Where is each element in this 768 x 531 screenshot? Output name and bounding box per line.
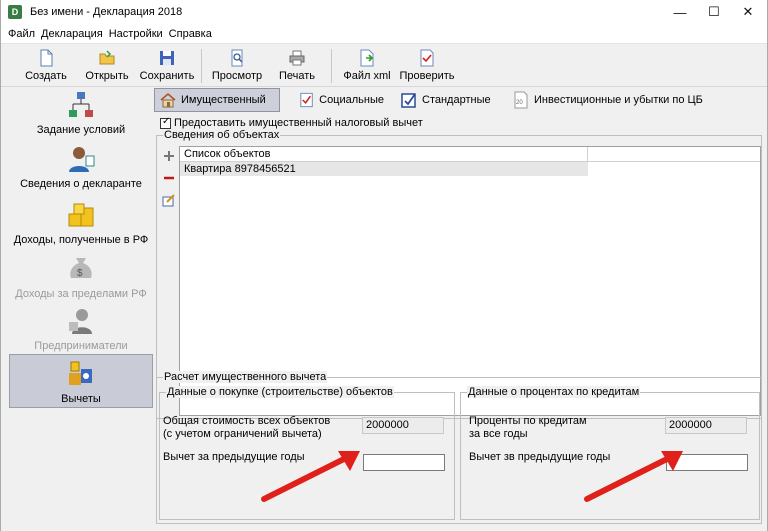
sidebar-item-deductions[interactable]: Вычеты <box>9 354 153 408</box>
objects-toolbar <box>161 148 179 214</box>
objects-group-title: Сведения об объектах <box>163 129 281 141</box>
maximize-button[interactable]: ☐ <box>697 0 731 24</box>
checkbox-label: Предоставить имущественный налоговый выч… <box>174 117 423 129</box>
entrepreneur-icon <box>69 309 92 334</box>
tab-standard[interactable]: Стандартные <box>396 88 496 112</box>
sidebar-item-label: Доходы, полученные в РФ <box>13 234 149 246</box>
sidebar: Задание условий Сведения о декларанте До… <box>9 88 153 524</box>
column-header-objects[interactable]: Список объектов <box>180 147 588 161</box>
tab-label: Стандартные <box>422 94 491 106</box>
coins-icon <box>68 203 94 227</box>
create-button[interactable]: Создать <box>19 49 73 85</box>
print-button[interactable]: Печать <box>273 49 321 85</box>
menu-declaration[interactable]: Декларация <box>38 28 106 40</box>
toolbar-separator <box>201 49 202 83</box>
annotation-arrow-icon <box>261 451 360 502</box>
open-folder-icon <box>99 50 115 65</box>
purchase-prev-years-input[interactable] <box>363 454 445 471</box>
sidebar-item-declarant[interactable]: Сведения о декларанте <box>9 144 153 194</box>
purchase-group-title: Данные о покупке (строительстве) объекто… <box>166 386 394 398</box>
save-label: Сохранить <box>139 70 195 82</box>
preview-label: Просмотр <box>211 70 263 82</box>
annotation-arrow-icon <box>584 451 683 502</box>
objects-list-header: Список объектов <box>180 147 760 162</box>
interest-total-label-line1: Проценты по кредитам <box>469 415 587 427</box>
minimize-button[interactable]: — <box>663 0 697 24</box>
deductions-icon <box>69 361 92 385</box>
sidebar-item-label: Предприниматели <box>34 340 128 352</box>
menu-help[interactable]: Справка <box>166 28 215 40</box>
standard-icon <box>401 93 416 108</box>
tab-social[interactable]: Социальные <box>294 88 384 112</box>
purchase-total-label-line2: (с учетом ограничений вычета) <box>163 428 322 440</box>
purchase-total-label-line1: Общая стоимость всех объектов <box>163 415 331 427</box>
checkbox-box[interactable] <box>160 116 171 129</box>
purchase-total-label: Общая стоимость всех объектов (с учетом … <box>163 415 330 441</box>
interest-total-label: Проценты по кредитам за все годы <box>469 415 587 441</box>
remove-object-button[interactable] <box>161 170 177 186</box>
purchase-total-field: 2000000 <box>362 417 444 434</box>
sidebar-item-label: Доходы за пределами РФ <box>15 288 147 300</box>
tab-property[interactable]: Имущественный <box>154 88 280 112</box>
preview-button[interactable]: Просмотр <box>209 49 265 85</box>
calc-group-title: Расчет имущественного вычета <box>163 371 328 383</box>
minus-icon <box>164 176 174 180</box>
sidebar-item-conditions[interactable]: Задание условий <box>9 90 153 142</box>
plus-icon <box>164 151 174 161</box>
sidebar-item-entrepreneurs[interactable]: Предприниматели <box>9 306 153 356</box>
svg-text:20: 20 <box>516 100 523 106</box>
money-bag-icon: $ <box>70 258 92 279</box>
property-deduction-checkbox[interactable]: Предоставить имущественный налоговый выч… <box>160 116 423 129</box>
new-file-icon <box>40 49 53 67</box>
document-20-icon: 20 <box>514 91 528 109</box>
tab-label: Имущественный <box>181 94 266 106</box>
tab-label: Социальные <box>319 94 384 106</box>
title-bar: D Без имени - Декларация 2018 — ☐ ✕ <box>1 0 767 24</box>
preview-icon <box>231 49 243 67</box>
list-item[interactable]: Квартира 8978456521 <box>180 162 588 176</box>
conditions-icon <box>69 92 93 117</box>
menu-settings[interactable]: Настройки <box>106 28 166 40</box>
open-button[interactable]: Открыть <box>79 49 135 85</box>
edit-object-button[interactable] <box>161 192 177 208</box>
toolbar: Создать Открыть Сохранить Просмотр Печат… <box>1 45 767 87</box>
sidebar-item-label: Сведения о декларанте <box>20 178 142 190</box>
svg-text:$: $ <box>77 268 83 279</box>
tab-investment[interactable]: 20 Инвестиционные и убытки по ЦБ <box>508 88 708 112</box>
interest-group-title: Данные о процентах по кредитам <box>467 386 641 398</box>
xml-export-icon <box>360 49 374 67</box>
interest-total-label-line2: за все годы <box>469 428 528 440</box>
open-label: Открыть <box>85 70 129 82</box>
close-button[interactable]: ✕ <box>731 0 765 24</box>
checklist-icon <box>300 92 313 108</box>
tab-label: Инвестиционные и убытки по ЦБ <box>534 94 703 106</box>
window-title: Без имени - Декларация 2018 <box>30 6 183 18</box>
xml-file-button[interactable]: Файл xml <box>341 49 393 85</box>
sidebar-item-label: Задание условий <box>36 124 126 136</box>
interest-total-field: 2000000 <box>665 417 747 434</box>
sidebar-item-domestic-income[interactable]: Доходы, полученные в РФ <box>9 200 153 250</box>
create-label: Создать <box>25 70 67 82</box>
check-button[interactable]: Проверить <box>397 49 457 85</box>
app-logo-icon: D <box>8 5 22 19</box>
floppy-disk-icon <box>160 51 174 65</box>
xml-file-label: Файл xml <box>343 70 391 82</box>
sidebar-item-foreign-income[interactable]: $ Доходы за пределами РФ <box>9 254 153 304</box>
menu-file[interactable]: Файл <box>5 28 38 40</box>
print-label: Печать <box>278 70 316 82</box>
edit-icon <box>162 194 175 207</box>
save-button[interactable]: Сохранить <box>139 49 195 85</box>
sidebar-item-label: Вычеты <box>61 393 101 405</box>
declarant-icon <box>69 147 95 172</box>
add-object-button[interactable] <box>161 148 177 164</box>
toolbar-separator <box>331 49 332 83</box>
check-label: Проверить <box>399 70 455 82</box>
menu-bar: Файл Декларация Настройки Справка <box>1 24 767 44</box>
printer-icon <box>289 50 305 66</box>
check-document-icon <box>420 49 434 67</box>
app-window: D Без имени - Декларация 2018 — ☐ ✕ Файл… <box>0 0 768 531</box>
house-icon <box>160 93 176 108</box>
